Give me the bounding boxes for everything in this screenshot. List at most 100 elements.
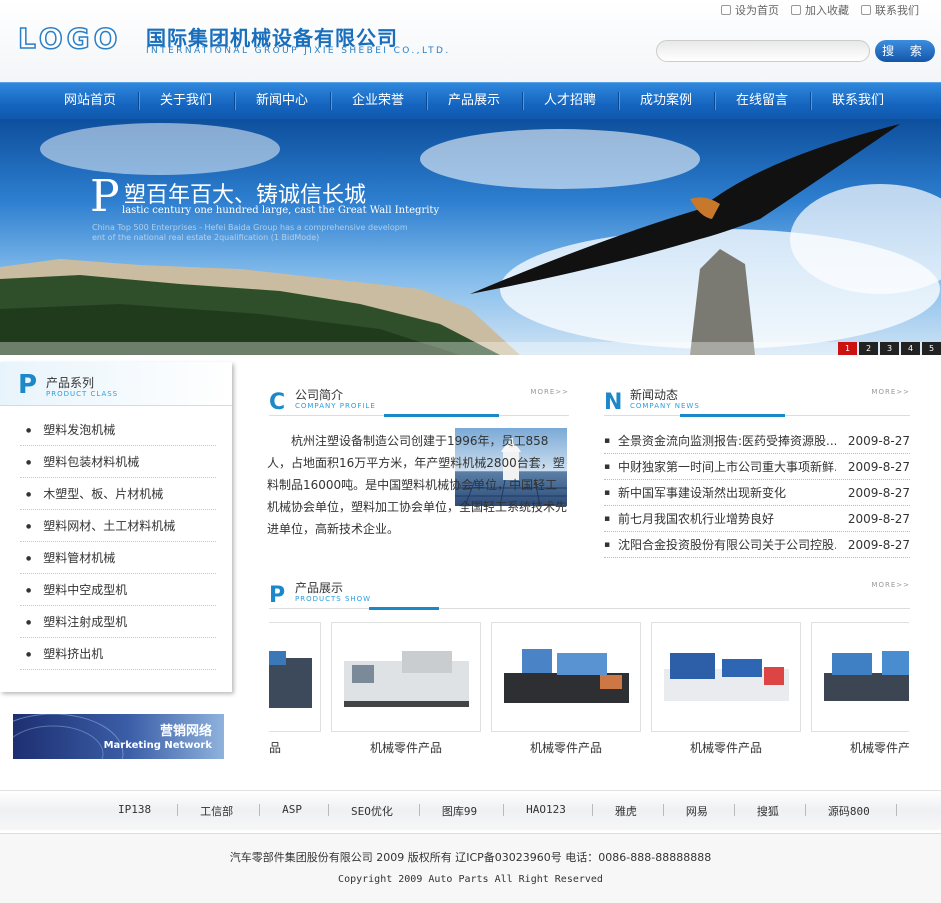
nav-item-honor[interactable]: 企业荣誉 — [330, 83, 426, 119]
news-subtitle: COMPANY NEWS — [630, 402, 700, 410]
product-caption[interactable]: 机械零件产品 — [811, 739, 909, 756]
product-caption[interactable]: 机械零件产品 — [331, 739, 481, 756]
slide-dot-1[interactable]: 1 — [838, 342, 857, 355]
news-item-title[interactable]: 沈阳合金投资股份有限公司关于公司控股... — [604, 532, 836, 557]
category-item[interactable]: 塑料网材、土工材料机械 — [20, 510, 216, 542]
product-caption[interactable]: 品 — [269, 739, 321, 756]
news-item[interactable]: 新中国军事建设渐然出现新变化 2009-8-27 — [604, 480, 910, 506]
search-button[interactable]: 搜 索 — [875, 40, 935, 62]
section-underline — [680, 414, 785, 417]
profile-mark-icon: C — [269, 390, 286, 415]
news-item-title[interactable]: 中财独家第一时间上市公司重大事项新鲜... — [604, 454, 836, 479]
nav-item-message[interactable]: 在线留言 — [714, 83, 810, 119]
friend-link[interactable]: IP138 — [118, 803, 179, 819]
news-item[interactable]: 全景资金流向监测报告:医药受捧资源股... 2009-8-27 — [604, 428, 910, 454]
news-item-title[interactable]: 全景资金流向监测报告:医药受捧资源股... — [604, 428, 836, 453]
category-item[interactable]: 塑料发泡机械 — [20, 414, 216, 446]
friend-link[interactable]: 网易 — [686, 803, 735, 819]
sidebar-header: P 产品系列 PRODUCT CLASS — [0, 362, 232, 406]
product-carousel: 品 机械零件产品 机械零件产品 机械零件产品 机械零件产品 — [269, 622, 909, 760]
category-item[interactable]: 塑料管材机械 — [20, 542, 216, 574]
news-item-date: 2009-8-27 — [847, 538, 910, 552]
nav-item-news[interactable]: 新闻中心 — [234, 83, 330, 119]
footer-copyright-cn: 汽车零部件集团股份有限公司 2009 版权所有 辽ICP备03023960号 电… — [229, 851, 712, 864]
contact-link[interactable]: 联系我们 — [861, 2, 919, 18]
friend-link[interactable]: HAO123 — [526, 803, 593, 819]
slogan-en: lastic century one hundred large, cast t… — [122, 205, 440, 216]
slide-dot-2[interactable]: 2 — [859, 342, 878, 355]
profile-more-link[interactable]: MORE>> — [530, 388, 569, 396]
friend-link[interactable]: 图库99 — [442, 803, 505, 819]
friend-link[interactable]: 搜狐 — [757, 803, 806, 819]
set-homepage-link[interactable]: 设为首页 — [721, 2, 779, 18]
marketing-title-en: Marketing Network — [103, 740, 212, 751]
friend-link[interactable]: 雅虎 — [615, 803, 664, 819]
news-item-title[interactable]: 新中国军事建设渐然出现新变化 — [604, 480, 836, 505]
products-more-link[interactable]: MORE>> — [871, 581, 910, 589]
nav-item-cases[interactable]: 成功案例 — [618, 83, 714, 119]
nav-item-jobs[interactable]: 人才招聘 — [522, 83, 618, 119]
nav-item-contact[interactable]: 联系我们 — [810, 83, 906, 119]
product-card[interactable]: 机械零件产品 — [811, 622, 909, 756]
banner-strip — [0, 342, 941, 355]
slogan-letter: P — [90, 171, 120, 222]
nav-item-about[interactable]: 关于我们 — [138, 83, 234, 119]
slogan-sub: ent of the national real estate 2qualifi… — [92, 233, 320, 242]
news-mark-icon: N — [604, 390, 623, 415]
product-caption[interactable]: 机械零件产品 — [491, 739, 641, 756]
profile-text: 杭州注塑设备制造公司创建于1996年，员工858人，占地面积16万平方米，年产塑… — [267, 434, 568, 536]
product-image — [651, 622, 801, 732]
category-item[interactable]: 塑料注射成型机 — [20, 606, 216, 638]
nav-item-home[interactable]: 网站首页 — [42, 83, 138, 119]
news-item-date: 2009-8-27 — [847, 512, 910, 526]
search-input[interactable] — [656, 40, 870, 62]
friend-link[interactable]: 工信部 — [200, 803, 261, 819]
section-underline — [369, 607, 439, 610]
news-item-title[interactable]: 前七月我国农机行业增势良好 — [604, 506, 836, 531]
nav-item-products[interactable]: 产品展示 — [426, 83, 522, 119]
footer-copyright-en: Copyright 2009 Auto Parts All Right Rese… — [338, 874, 603, 885]
product-card[interactable]: 机械零件产品 — [651, 622, 801, 756]
slogan-sub: China Top 500 Enterprises - Hefei Baida … — [92, 223, 408, 232]
friend-link[interactable]: ASP — [282, 803, 329, 819]
sidebar-mark-icon: P — [18, 370, 38, 400]
product-card[interactable]: 机械零件产品 — [491, 622, 641, 756]
friend-links-bar: IP138 工信部 ASP SEO优化 图库99 HAO123 雅虎 网易 搜狐… — [0, 790, 941, 830]
marketing-network-banner[interactable]: 营销网络 Marketing Network — [13, 714, 224, 759]
news-item-date: 2009-8-27 — [847, 486, 910, 500]
slide-dot-5[interactable]: 5 — [922, 342, 941, 355]
products-title: 产品展示 — [295, 581, 344, 595]
product-card[interactable]: 品 — [269, 622, 321, 756]
news-more-link[interactable]: MORE>> — [871, 388, 910, 396]
add-favorite-label: 加入收藏 — [805, 4, 849, 17]
news-item[interactable]: 中财独家第一时间上市公司重大事项新鲜... 2009-8-27 — [604, 454, 910, 480]
top-links: 设为首页 加入收藏 联系我们 — [721, 2, 919, 18]
category-item[interactable]: 塑料中空成型机 — [20, 574, 216, 606]
slide-pager: 1 2 3 4 5 — [838, 342, 941, 355]
category-item[interactable]: 塑料包装材料机械 — [20, 446, 216, 478]
product-image — [811, 622, 909, 732]
set-homepage-label: 设为首页 — [735, 4, 779, 17]
add-favorite-link[interactable]: 加入收藏 — [791, 2, 849, 18]
products-mark-icon: P — [269, 583, 286, 608]
star-icon — [791, 5, 801, 15]
product-caption[interactable]: 机械零件产品 — [651, 739, 801, 756]
logo[interactable]: LOGO — [17, 21, 121, 56]
banner[interactable]: P 塑百年百大、铸诚信长城 lastic century one hundred… — [0, 119, 941, 355]
news-item-date: 2009-8-27 — [847, 460, 910, 474]
home-icon — [721, 5, 731, 15]
news-list: 全景资金流向监测报告:医药受捧资源股... 2009-8-27 中财独家第一时间上… — [604, 428, 910, 558]
friend-link[interactable]: 源码800 — [828, 803, 897, 819]
product-card[interactable]: 机械零件产品 — [331, 622, 481, 756]
friend-link[interactable]: SEO优化 — [351, 803, 420, 819]
category-item[interactable]: 木塑型、板、片材机械 — [20, 478, 216, 510]
slide-dot-3[interactable]: 3 — [880, 342, 899, 355]
news-item[interactable]: 沈阳合金投资股份有限公司关于公司控股... 2009-8-27 — [604, 532, 910, 558]
profile-subtitle: COMPANY PROFILE — [295, 402, 376, 410]
category-item[interactable]: 塑料挤出机 — [20, 638, 216, 670]
category-list: 塑料发泡机械 塑料包装材料机械 木塑型、板、片材机械 塑料网材、土工材料机械 塑… — [20, 414, 216, 670]
news-item[interactable]: 前七月我国农机行业增势良好 2009-8-27 — [604, 506, 910, 532]
product-image — [269, 622, 321, 732]
slide-dot-4[interactable]: 4 — [901, 342, 920, 355]
news-item-date: 2009-8-27 — [847, 434, 910, 448]
